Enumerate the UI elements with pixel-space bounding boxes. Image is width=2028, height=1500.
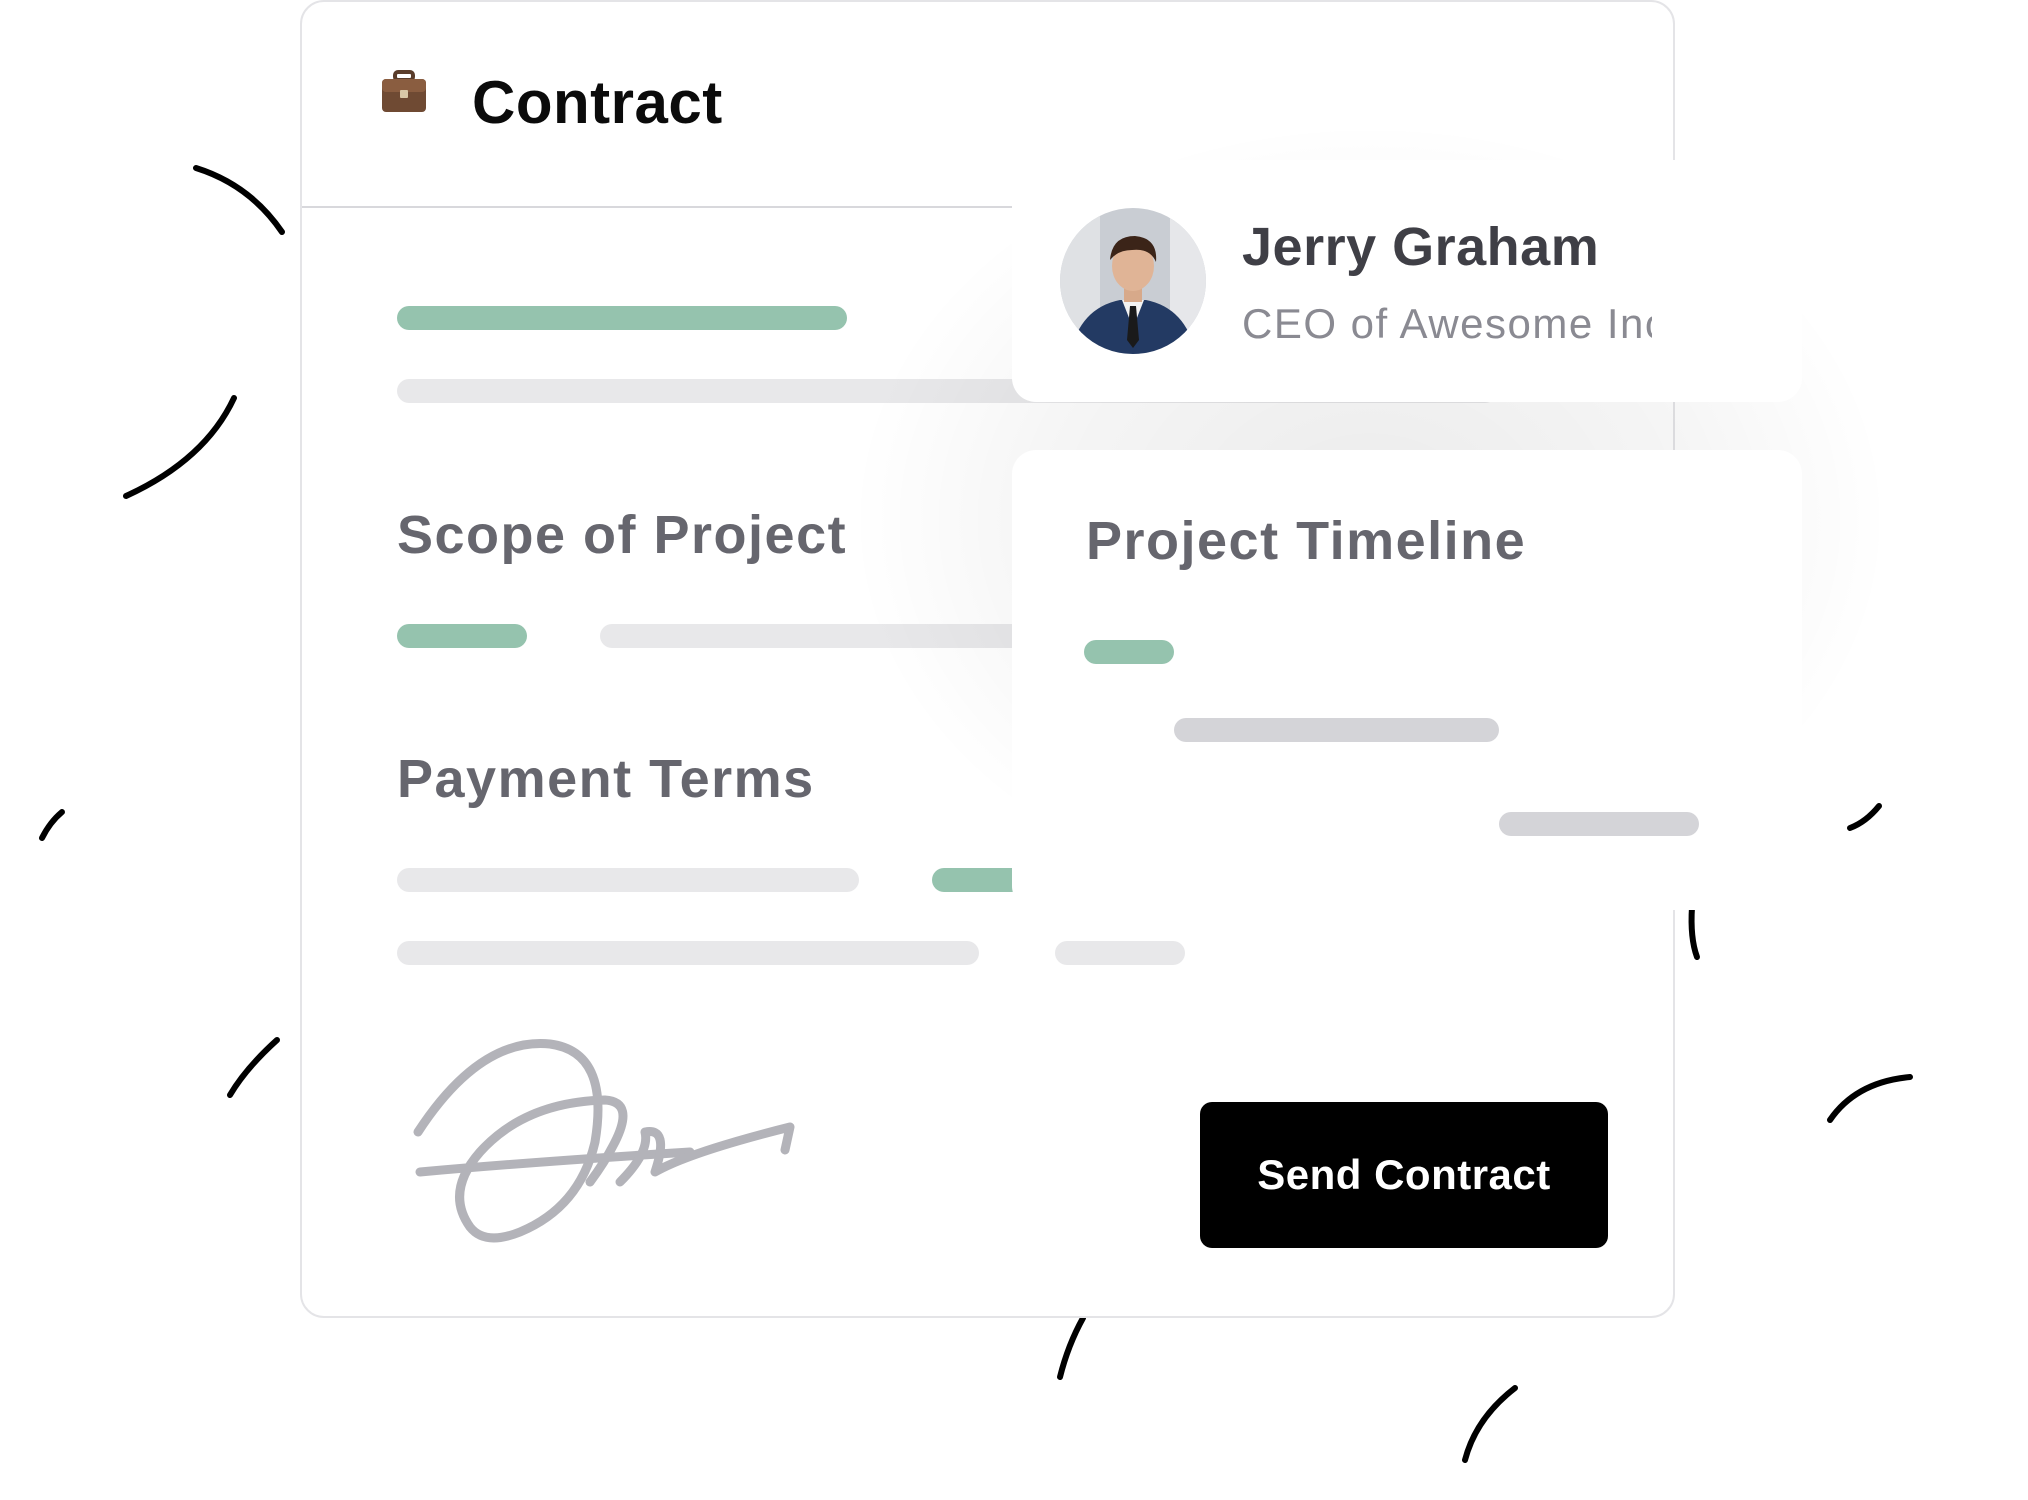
placeholder-line <box>397 868 859 892</box>
timeline-bar <box>1499 812 1699 836</box>
page-title: Contract <box>472 69 723 136</box>
profile-name: Jerry Graham <box>1242 217 1600 277</box>
timeline-title: Project Timeline <box>1086 511 1527 571</box>
signature <box>413 1039 795 1243</box>
section-heading-scope: Scope of Project <box>397 505 848 565</box>
profile-role-container: CEO of Awesome Inc <box>1242 300 1652 360</box>
placeholder-line <box>397 941 979 965</box>
section-heading-payment: Payment Terms <box>397 749 815 809</box>
profile-role: CEO of Awesome Inc <box>1242 300 1652 347</box>
send-contract-button[interactable]: Send Contract <box>1200 1102 1608 1248</box>
placeholder-line <box>397 624 527 648</box>
timeline-card: Project Timeline <box>1012 450 1802 910</box>
avatar <box>1060 208 1206 354</box>
briefcase-icon <box>382 70 426 112</box>
placeholder-line <box>1055 941 1185 965</box>
profile-card: Jerry Graham CEO of Awesome Inc <box>1012 160 1802 402</box>
placeholder-line <box>397 306 847 330</box>
timeline-bar <box>1084 640 1174 664</box>
timeline-bar <box>1174 718 1499 742</box>
